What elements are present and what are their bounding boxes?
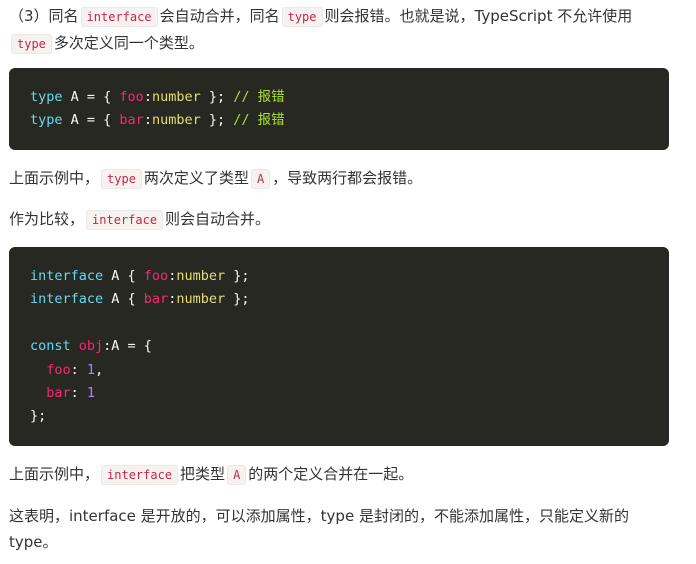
code-line: }; <box>30 408 47 425</box>
code-block-type-duplicate[interactable]: type A = { foo:number }; // 报错 type A = … <box>9 68 669 150</box>
para3-text-1: 作为比较， <box>9 210 85 228</box>
inline-code-type: type <box>281 7 323 27</box>
code-keyword: interface <box>30 268 104 284</box>
inline-code-type-2: type <box>11 34 52 54</box>
paragraph-type-error-explanation: 上面示例中， type 两次定义了类型 A ，导致两行都会报错。 <box>9 165 669 192</box>
inline-code-a: A <box>250 169 271 189</box>
inline-code-interface: interface <box>101 465 179 485</box>
code-comment: // 报错 <box>233 112 285 129</box>
para1-text-2: 会自动合并，同名 <box>159 7 280 25</box>
code-line: type A = { bar:number }; // 报错 <box>30 109 648 132</box>
para5-text: 这表明，interface 是开放的，可以添加属性，type 是封闭的，不能添加… <box>9 507 629 551</box>
code-text: }; <box>225 291 250 308</box>
code-property: bar <box>119 112 144 129</box>
code-text: , <box>95 361 104 378</box>
code-text: : <box>70 361 87 378</box>
para2-text-2: 两次定义了类型 <box>143 169 249 187</box>
code-keyword: type <box>30 112 63 129</box>
code-line: foo: 1, <box>30 359 648 382</box>
code-text: A = { <box>62 112 120 129</box>
code-text: }; <box>200 89 234 105</box>
paragraph-conclusion: 这表明，interface 是开放的，可以添加属性，type 是封闭的，不能添加… <box>9 503 669 555</box>
code-keyword: interface <box>30 291 104 308</box>
code-type: number <box>176 291 226 308</box>
inline-code-interface: interface <box>86 210 164 230</box>
para2-text-1: 上面示例中， <box>9 169 100 187</box>
code-type: number <box>151 89 201 105</box>
code-line: const obj:A = { <box>30 335 648 358</box>
paragraph-comparison: 作为比较， interface 则会自动合并。 <box>9 206 669 233</box>
para1-text-1: （3）同名 <box>9 7 79 25</box>
code-text: A { <box>103 268 144 284</box>
code-line: interface A { bar:number }; <box>30 288 648 311</box>
code-text: :A = { <box>103 338 152 355</box>
code-type: number <box>151 112 201 129</box>
code-keyword: type <box>30 89 63 105</box>
paragraph-merge-explanation: 上面示例中， interface 把类型 A 的两个定义合并在一起。 <box>9 461 669 488</box>
code-variable: obj <box>78 338 104 355</box>
paragraph-interface-vs-type: （3）同名 interface 会自动合并，同名 type 则会报错。也就是说，Type… <box>9 3 669 57</box>
para1-text-4: 多次定义同一个类型。 <box>53 34 204 52</box>
para4-text-2: 把类型 <box>180 465 226 483</box>
code-text: : <box>70 384 87 401</box>
code-text: }; <box>225 268 250 284</box>
para4-text-1: 上面示例中， <box>9 465 100 483</box>
code-number: 1 <box>86 361 96 378</box>
code-property: bar <box>143 291 169 308</box>
para4-text-3: 的两个定义合并在一起。 <box>248 465 414 483</box>
inline-code-a: A <box>227 465 247 485</box>
code-property: foo <box>143 268 169 284</box>
code-property: bar <box>46 384 71 401</box>
code-number: 1 <box>86 384 96 401</box>
para1-text-3: 则会报错。也就是说，TypeScript 不允许使用 <box>324 7 633 25</box>
code-comment: // 报错 <box>233 89 285 105</box>
code-block-interface-merge[interactable]: interface A { foo:number }; interface A … <box>9 247 669 446</box>
code-property: foo <box>46 361 71 378</box>
code-type: number <box>176 268 226 284</box>
code-text: }; <box>200 112 234 129</box>
code-line: interface A { foo:number }; <box>30 265 648 288</box>
code-line: bar: 1 <box>30 382 648 405</box>
inline-code-interface: interface <box>80 7 158 27</box>
inline-code-type: type <box>101 169 142 189</box>
code-colon: : <box>143 89 152 105</box>
code-colon: : <box>143 112 152 129</box>
code-text: A = { <box>62 89 120 105</box>
code-property: foo <box>119 89 144 105</box>
code-text: A { <box>103 291 144 308</box>
para3-text-2: 则会自动合并。 <box>165 210 271 228</box>
code-keyword: const <box>30 338 71 355</box>
code-line: type A = { foo:number }; // 报错 <box>30 86 648 109</box>
para2-text-3: ，导致两行都会报错。 <box>272 169 423 187</box>
